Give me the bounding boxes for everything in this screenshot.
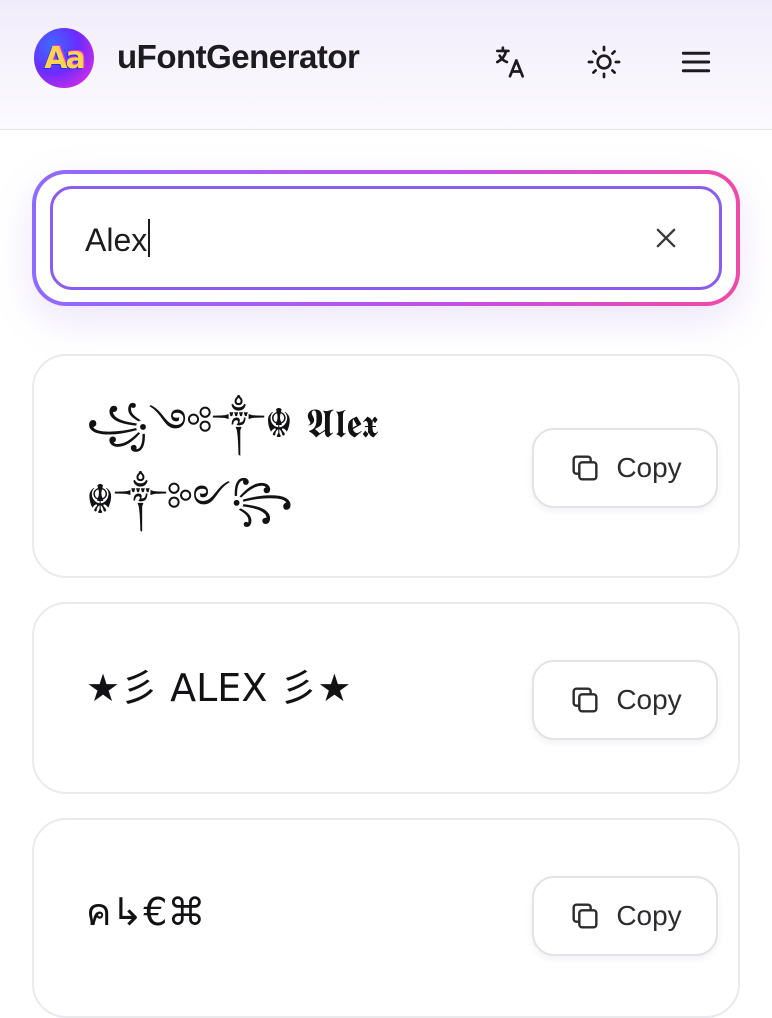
search-container: Alex bbox=[32, 170, 740, 306]
copy-icon bbox=[572, 687, 598, 713]
copy-button[interactable]: Copy bbox=[532, 428, 718, 508]
search-inner: Alex bbox=[36, 174, 736, 302]
copy-icon bbox=[572, 903, 598, 929]
search-input-value: Alex bbox=[85, 222, 148, 258]
styled-text: ꧁༺༒☬ 𝕬𝖑𝖊𝖝 ☬༒༻꧂ bbox=[86, 401, 379, 523]
search-input[interactable]: Alex bbox=[50, 186, 722, 290]
logo-text: Aa bbox=[44, 40, 85, 76]
menu-icon bbox=[681, 51, 711, 73]
app-title[interactable]: uFontGenerator bbox=[117, 38, 360, 76]
copy-button[interactable]: Copy bbox=[532, 660, 718, 740]
search-input-text: Alex bbox=[85, 219, 151, 259]
result-card: ꧁༺༒☬ 𝕬𝖑𝖊𝖝 ☬༒༻꧂ Copy bbox=[32, 354, 740, 578]
translate-button[interactable] bbox=[490, 42, 530, 82]
menu-button[interactable] bbox=[676, 42, 716, 82]
result-card: ค↳€⌘ Copy bbox=[32, 818, 740, 1018]
copy-icon bbox=[572, 455, 598, 481]
text-caret bbox=[148, 219, 151, 257]
copy-label: Copy bbox=[616, 452, 682, 483]
styled-text: ค↳€⌘ bbox=[86, 890, 206, 934]
clear-button[interactable] bbox=[649, 221, 683, 255]
styled-text: ★彡 ALEX 彡★ bbox=[86, 666, 352, 710]
translate-icon bbox=[495, 46, 525, 78]
copy-label: Copy bbox=[616, 684, 682, 715]
theme-toggle-button[interactable] bbox=[584, 42, 624, 82]
sun-icon bbox=[587, 45, 621, 79]
close-icon bbox=[656, 228, 676, 248]
copy-label: Copy bbox=[616, 900, 682, 931]
copy-button[interactable]: Copy bbox=[532, 876, 718, 956]
app-logo[interactable]: Aa bbox=[34, 28, 94, 88]
app-header: Aa uFontGenerator bbox=[0, 0, 772, 130]
result-card: ★彡 ALEX 彡★ Copy bbox=[32, 602, 740, 794]
